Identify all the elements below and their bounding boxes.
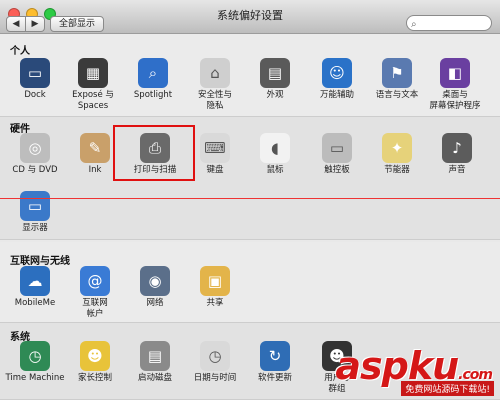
- highlight-box: [113, 125, 195, 181]
- clock-icon: ◷: [200, 341, 230, 371]
- search-icon: ⌕: [411, 19, 417, 30]
- pref-label: 家长控制: [77, 373, 112, 383]
- pref-dock[interactable]: ▭ Dock: [4, 58, 66, 101]
- pref-energy[interactable]: ✦ 节能器: [366, 133, 428, 176]
- accessibility-icon: ☺: [322, 58, 352, 88]
- pref-label: 外观: [266, 90, 284, 100]
- section-hardware: 硬件 ◎ CD 与 DVD ✎ Ink ⎙ 打印与扫描 ⌨ 键盘 ◖ 鼠标 ▭ 触控板 ✦ 节能器 ♪ 声音 ▭…: [0, 116, 500, 240]
- pref-label: 鼠标: [266, 165, 284, 175]
- pref-network[interactable]: ◉ 网络: [124, 266, 186, 309]
- pref-update[interactable]: ↻ 软件更新: [244, 341, 306, 384]
- pref-label: MobileMe: [14, 298, 56, 308]
- dock-icon: ▭: [20, 58, 50, 88]
- pref-cloud[interactable]: ☁ MobileMe: [4, 266, 66, 309]
- section-title-internet: 互联网与无线: [10, 256, 70, 267]
- expose-icon: ▦: [78, 58, 108, 88]
- pref-label: 语言与文本: [375, 90, 419, 100]
- pref-cd[interactable]: ◎ CD 与 DVD: [4, 133, 66, 176]
- energy-icon: ✦: [382, 133, 412, 163]
- pref-desktop[interactable]: ◧ 桌面与 屏幕保护程序: [424, 58, 486, 112]
- cloud-icon: ☁: [20, 266, 50, 296]
- language-icon: ⚑: [382, 58, 412, 88]
- pref-timemachine[interactable]: ◷ Time Machine: [4, 341, 66, 384]
- pref-at[interactable]: @ 互联网 帐户: [64, 266, 126, 320]
- pref-label: 节能器: [384, 165, 410, 175]
- pref-spotlight[interactable]: ⌕ Spotlight: [122, 58, 184, 101]
- pref-label: 安全性与 隐私: [197, 90, 232, 111]
- pref-security[interactable]: ⌂ 安全性与 隐私: [184, 58, 246, 112]
- pref-label: Spotlight: [133, 90, 173, 100]
- security-icon: ⌂: [200, 58, 230, 88]
- pref-mouse[interactable]: ◖ 鼠标: [244, 133, 306, 176]
- pref-label: 声音: [448, 165, 466, 175]
- pref-label: Time Machine: [5, 373, 65, 383]
- spotlight-icon: ⌕: [138, 58, 168, 88]
- section-personal: 个人 ▭ Dock ▦ Exposé 与 Spaces ⌕ Spotlight ⌂ 安全性与 …: [0, 34, 500, 116]
- disk-icon: ▤: [140, 341, 170, 371]
- search-field[interactable]: ⌕: [406, 15, 492, 31]
- pref-label: 触控板: [324, 165, 350, 175]
- forward-button[interactable]: ▶: [26, 16, 45, 32]
- pref-label: Exposé 与 Spaces: [72, 90, 114, 111]
- pref-expose[interactable]: ▦ Exposé 与 Spaces: [62, 58, 124, 112]
- pref-label: 显示器: [22, 223, 48, 233]
- pref-clock[interactable]: ◷ 日期与时间: [184, 341, 246, 384]
- appearance-icon: ▤: [260, 58, 290, 88]
- section-internet: 互联网与无线 ☁ MobileMe @ 互联网 帐户 ◉ 网络 ▣ 共享: [0, 242, 500, 322]
- pref-label: CD 与 DVD: [12, 165, 58, 175]
- watermark-logo: aspku.com 免费网站源码下载站!: [323, 344, 498, 396]
- display-icon: ▭: [20, 191, 50, 221]
- pref-label: 日期与时间: [193, 373, 237, 383]
- pref-accessibility[interactable]: ☺ 万能辅助: [306, 58, 368, 101]
- pref-disk[interactable]: ▤ 启动磁盘: [124, 341, 186, 384]
- at-icon: @: [80, 266, 110, 296]
- ink-icon: ✎: [80, 133, 110, 163]
- desktop-icon: ◧: [440, 58, 470, 88]
- mouse-icon: ◖: [260, 133, 290, 163]
- keyboard-icon: ⌨: [200, 133, 230, 163]
- pref-label: 启动磁盘: [137, 373, 172, 383]
- pref-language[interactable]: ⚑ 语言与文本: [366, 58, 428, 101]
- pref-label: 软件更新: [257, 373, 292, 383]
- parental-icon: ☻: [80, 341, 110, 371]
- window-titlebar: 系统偏好设置 ◀ ▶ 全部显示 ⌕: [0, 0, 500, 34]
- update-icon: ↻: [260, 341, 290, 371]
- pref-sound[interactable]: ♪ 声音: [426, 133, 488, 176]
- pref-appearance[interactable]: ▤ 外观: [244, 58, 306, 101]
- watermark-subtitle: 免费网站源码下载站!: [401, 381, 494, 396]
- back-button[interactable]: ◀: [6, 16, 26, 32]
- red-annotation-line: [0, 198, 500, 199]
- show-all-button[interactable]: 全部显示: [50, 16, 105, 32]
- pref-sharing[interactable]: ▣ 共享: [184, 266, 246, 309]
- pref-label: 桌面与 屏幕保护程序: [429, 90, 481, 111]
- trackpad-icon: ▭: [322, 133, 352, 163]
- pref-parental[interactable]: ☻ 家长控制: [64, 341, 126, 384]
- pref-trackpad[interactable]: ▭ 触控板: [306, 133, 368, 176]
- pref-label: Dock: [24, 90, 46, 100]
- sharing-icon: ▣: [200, 266, 230, 296]
- sound-icon: ♪: [442, 133, 472, 163]
- pref-label: 互联网 帐户: [82, 298, 108, 319]
- timemachine-icon: ◷: [20, 341, 50, 371]
- network-icon: ◉: [140, 266, 170, 296]
- cd-icon: ◎: [20, 133, 50, 163]
- pref-label: 共享: [206, 298, 224, 308]
- pref-label: 网络: [146, 298, 164, 308]
- nav-buttons: ◀ ▶: [6, 16, 45, 32]
- section-title-personal: 个人: [10, 46, 30, 57]
- pref-label: 万能辅助: [319, 90, 354, 100]
